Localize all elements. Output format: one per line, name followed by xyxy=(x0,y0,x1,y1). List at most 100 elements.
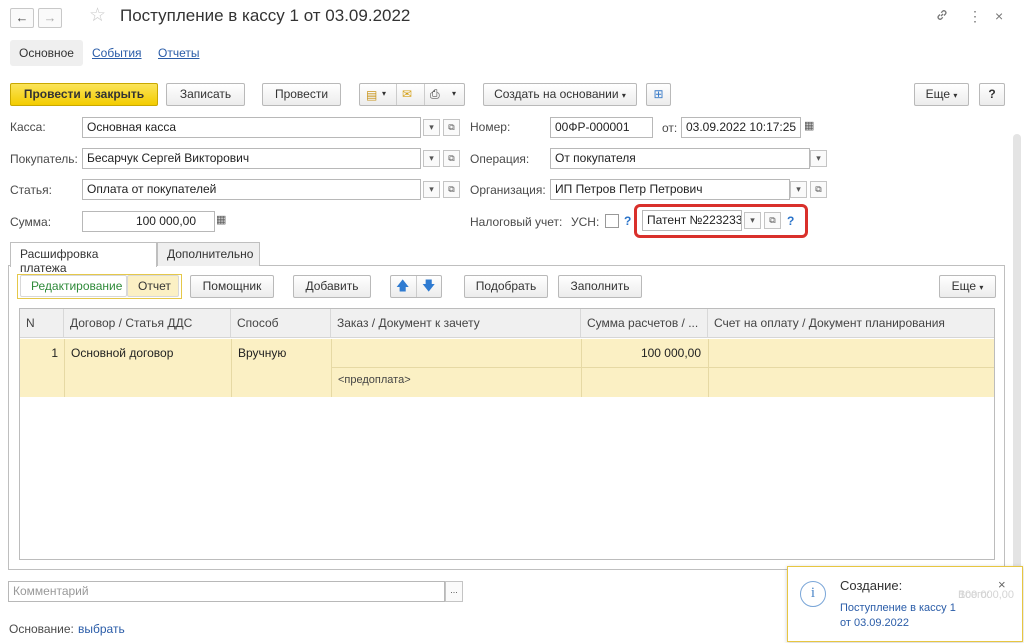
chevron-down-icon[interactable]: ▾ xyxy=(382,84,386,104)
helper-button[interactable]: Помощник xyxy=(190,275,274,298)
arrow-down-icon[interactable]: 🡇 xyxy=(422,276,435,296)
chevron-down-icon[interactable]: ▾ xyxy=(452,84,456,104)
arrow-up-icon[interactable]: 🡅 xyxy=(396,276,409,296)
number-label: Номер: xyxy=(470,120,511,134)
link-icon[interactable] xyxy=(935,8,949,25)
close-icon[interactable]: × xyxy=(998,577,1006,592)
save-button[interactable]: Записать xyxy=(166,83,245,106)
notification-link-line1[interactable]: Поступление в кассу 1 xyxy=(840,602,956,614)
org-field[interactable]: ИП Петров Петр Петрович xyxy=(550,179,790,200)
usn-label: УСН: xyxy=(571,215,600,229)
usn-help-icon[interactable]: ? xyxy=(624,214,631,228)
print-icon[interactable]: ⎙ xyxy=(430,84,440,104)
divider xyxy=(416,276,417,297)
column-header[interactable]: Счет на оплату / Документ планирования xyxy=(708,309,994,338)
org-dropdown-icon[interactable]: ▾ xyxy=(790,181,807,198)
kassa-field[interactable]: Основная касса xyxy=(82,117,421,138)
buyer-open-icon[interactable]: ⧉ xyxy=(443,150,460,167)
patent-open-icon[interactable]: ⧉ xyxy=(764,212,781,229)
chevron-down-icon: ▾ xyxy=(621,91,626,100)
more-label: Еще xyxy=(925,87,951,101)
notification-link-line2[interactable]: от 03.09.2022 xyxy=(840,617,909,629)
chevron-down-icon: ▾ xyxy=(953,91,958,100)
row-prepay[interactable]: <предоплата> xyxy=(338,374,411,386)
comment-expand-button[interactable]: ... xyxy=(445,581,463,602)
basis-label: Основание: xyxy=(9,622,74,636)
close-icon[interactable]: × xyxy=(995,8,1003,24)
buyer-dropdown-icon[interactable]: ▾ xyxy=(423,150,440,167)
date-field[interactable]: 03.09.2022 10:17:25 xyxy=(681,117,801,138)
column-header[interactable]: Заказ / Документ к зачету xyxy=(331,309,581,338)
calendar-icon[interactable]: ▦ xyxy=(804,119,814,132)
row-sum[interactable]: 100 000,00 xyxy=(581,346,701,360)
row-method[interactable]: Вручную xyxy=(238,346,286,360)
payment-table: N Договор / Статья ДДС Способ Заказ / До… xyxy=(19,308,995,560)
structure-icon[interactable]: ⊞ xyxy=(646,83,671,106)
info-icon: i xyxy=(800,581,826,607)
divider xyxy=(231,339,232,397)
article-dropdown-icon[interactable]: ▾ xyxy=(423,181,440,198)
kassa-label: Касса: xyxy=(10,120,46,134)
tab-reports[interactable]: Отчеты xyxy=(158,46,199,60)
create-based-button[interactable]: Создать на основании ▾ xyxy=(483,83,637,106)
operation-dropdown-icon[interactable]: ▾ xyxy=(810,150,827,167)
patent-field[interactable]: Патент №223233: xyxy=(642,210,742,231)
document-icon[interactable]: ▤ xyxy=(366,85,377,105)
row-contract[interactable]: Основной договор xyxy=(71,346,173,360)
move-buttons: 🡅 🡇 xyxy=(390,275,442,298)
chevron-down-icon: ▾ xyxy=(979,283,984,292)
back-button[interactable]: ← xyxy=(10,8,34,28)
row-number: 1 xyxy=(51,346,58,360)
article-label: Статья: xyxy=(10,183,53,197)
tab-additional[interactable]: Дополнительно xyxy=(157,242,260,266)
comment-input[interactable]: Комментарий xyxy=(8,581,445,602)
buyer-label: Покупатель: xyxy=(10,152,78,166)
article-field[interactable]: Оплата от покупателей xyxy=(82,179,421,200)
tab-main[interactable]: Основное xyxy=(10,40,83,66)
edit-mode-button[interactable]: Редактирование xyxy=(20,275,127,297)
post-button[interactable]: Провести xyxy=(262,83,341,106)
basis-select-link[interactable]: выбрать xyxy=(78,622,125,636)
more-menu-icon[interactable]: ⋮ xyxy=(968,8,982,25)
operation-field[interactable]: От покупателя xyxy=(550,148,810,169)
add-button[interactable]: Добавить xyxy=(293,275,371,298)
column-header[interactable]: Способ xyxy=(231,309,331,338)
column-header[interactable]: Договор / Статья ДДС xyxy=(64,309,231,338)
tab-payment-details[interactable]: Расшифровка платежа xyxy=(10,242,157,275)
divider xyxy=(331,367,994,368)
org-open-icon[interactable]: ⧉ xyxy=(810,181,827,198)
patent-dropdown-icon[interactable]: ▾ xyxy=(744,212,761,229)
patent-help-icon[interactable]: ? xyxy=(787,214,794,228)
column-header[interactable]: N xyxy=(20,309,64,338)
kassa-dropdown-icon[interactable]: ▾ xyxy=(423,119,440,136)
forward-button[interactable]: → xyxy=(38,8,62,28)
divider xyxy=(424,84,425,105)
number-field[interactable]: 00ФР-000001 xyxy=(550,117,653,138)
kassa-open-icon[interactable]: ⧉ xyxy=(443,119,460,136)
notification-popup: Всего: 100 000,00 i Создание: Поступлени… xyxy=(787,566,1023,642)
create-based-label: Создать на основании xyxy=(494,87,619,101)
link-icon-svg xyxy=(937,10,947,20)
usn-checkbox[interactable] xyxy=(605,214,619,228)
divider xyxy=(396,84,397,105)
divider xyxy=(331,339,332,397)
operation-label: Операция: xyxy=(470,152,530,166)
help-button[interactable]: ? xyxy=(979,83,1005,106)
table-row[interactable]: 1 Основной договор Вручную <предоплата> … xyxy=(20,339,994,397)
mail-icon[interactable]: ✉ xyxy=(402,84,412,104)
favorite-star-icon[interactable]: ☆ xyxy=(89,4,106,27)
grid-more-button[interactable]: Еще ▾ xyxy=(939,275,996,298)
sum-field[interactable]: 100 000,00 xyxy=(82,211,215,232)
buyer-field[interactable]: Бесарчук Сергей Викторович xyxy=(82,148,421,169)
post-and-close-button[interactable]: Провести и закрыть xyxy=(10,83,158,106)
fill-button[interactable]: Заполнить xyxy=(558,275,642,298)
more-button[interactable]: Еще ▾ xyxy=(914,83,969,106)
divider xyxy=(708,339,709,397)
article-open-icon[interactable]: ⧉ xyxy=(443,181,460,198)
column-header[interactable]: Сумма расчетов / ... xyxy=(581,309,708,338)
calculator-icon[interactable]: ▦ xyxy=(216,213,226,226)
scrollbar[interactable] xyxy=(1013,134,1021,574)
report-mode-button[interactable]: Отчет xyxy=(127,275,179,297)
tab-events[interactable]: События xyxy=(92,46,142,60)
pick-button[interactable]: Подобрать xyxy=(464,275,548,298)
